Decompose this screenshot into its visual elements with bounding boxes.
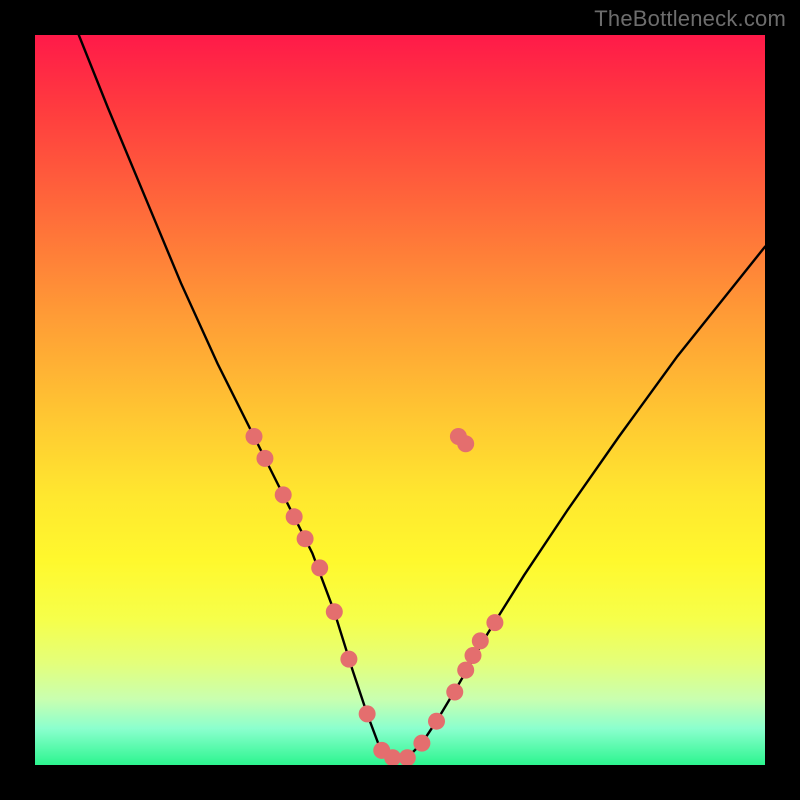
chart-svg (35, 35, 765, 765)
curve-marker (446, 684, 463, 701)
curve-marker (457, 662, 474, 679)
curve-markers (246, 428, 504, 765)
curve-marker (472, 632, 489, 649)
curve-marker (428, 713, 445, 730)
curve-marker (256, 450, 273, 467)
curve-marker (246, 428, 263, 445)
chart-frame: TheBottleneck.com (0, 0, 800, 800)
plot-area (35, 35, 765, 765)
watermark-text: TheBottleneck.com (594, 6, 786, 32)
curve-marker (297, 530, 314, 547)
curve-marker (311, 559, 328, 576)
curve-marker (326, 603, 343, 620)
curve-marker (413, 735, 430, 752)
curve-marker (286, 508, 303, 525)
curve-marker (340, 651, 357, 668)
curve-marker (275, 486, 292, 503)
curve-marker (465, 647, 482, 664)
curve-marker (359, 705, 376, 722)
curve-marker (457, 435, 474, 452)
curve-marker (486, 614, 503, 631)
bottleneck-curve (79, 35, 765, 758)
